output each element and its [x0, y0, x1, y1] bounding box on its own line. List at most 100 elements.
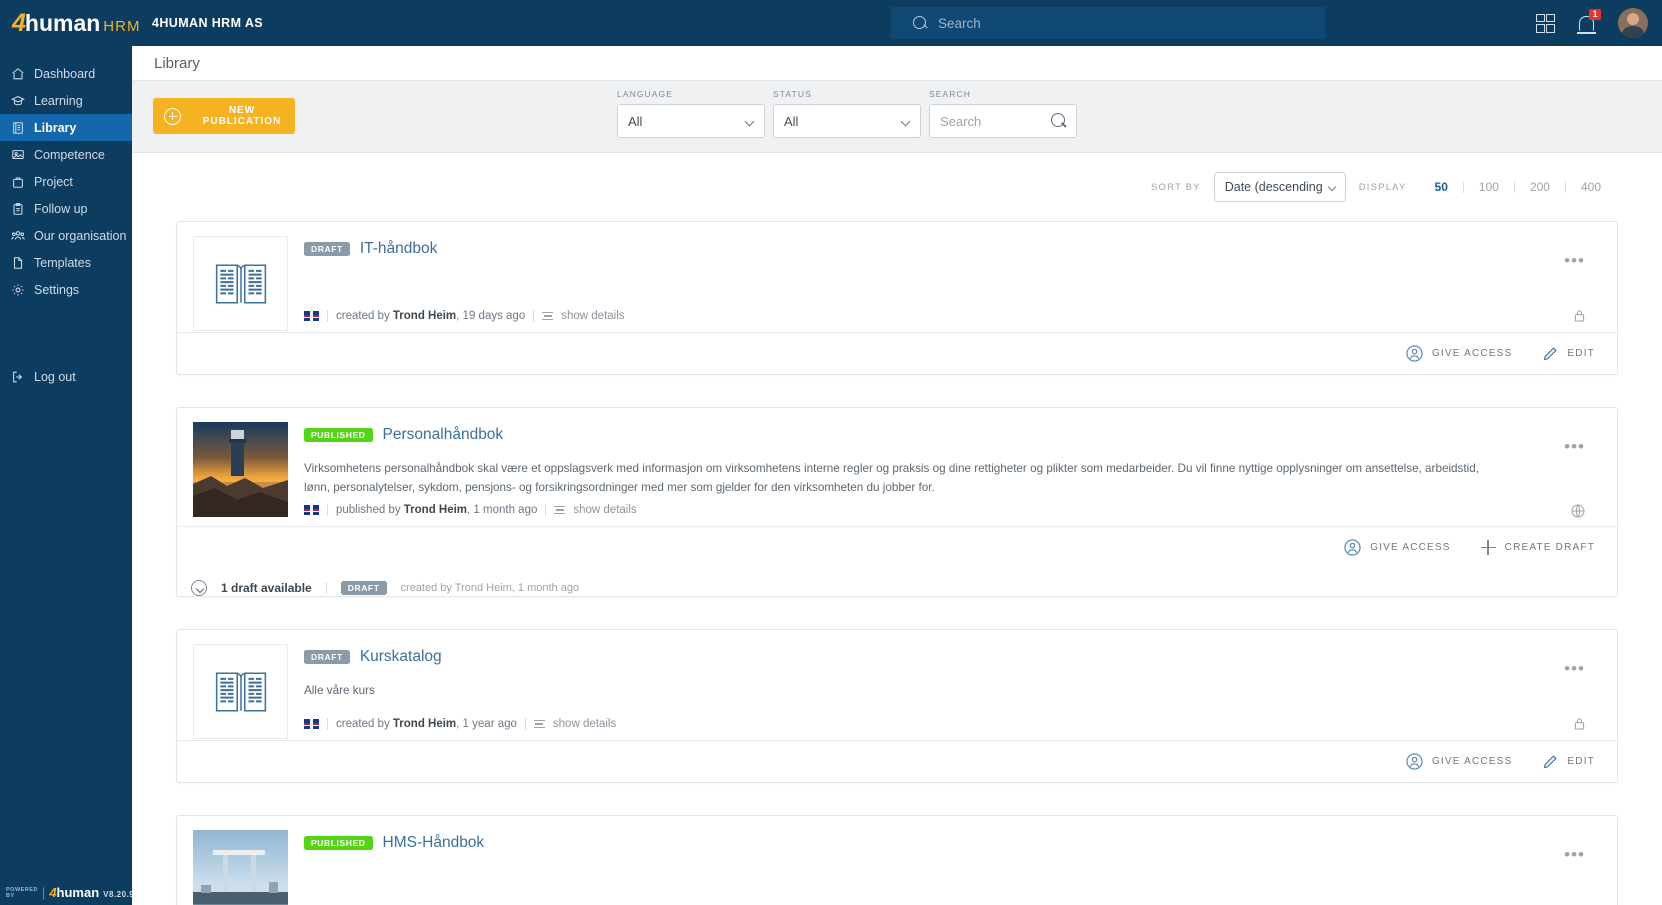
publication-main: DRAFT Kurskatalog Alle våre kurs created… — [288, 644, 1601, 740]
publication-title[interactable]: Kurskatalog — [360, 648, 442, 666]
sidebar-item-dashboard[interactable]: Dashboard — [0, 60, 132, 87]
give-access-button[interactable]: GIVE ACCESS — [1344, 539, 1450, 556]
flag-icon — [304, 311, 319, 321]
lock-icon[interactable] — [1574, 309, 1585, 322]
give-access-button[interactable]: GIVE ACCESS — [1406, 753, 1512, 770]
display-option-400[interactable]: 400 — [1565, 181, 1616, 193]
sidebar-item-follow-up[interactable]: Follow up — [0, 195, 132, 222]
publication-thumbnail — [193, 236, 288, 331]
new-publication-button[interactable]: NEW PUBLICATION — [153, 98, 295, 134]
pencil-icon — [1542, 754, 1558, 770]
publication-title[interactable]: Personalhåndbok — [383, 426, 504, 444]
sidebar-item-label: Learning — [34, 94, 83, 108]
search-filter-label: SEARCH — [929, 89, 1077, 99]
sidebar-item-label: Project — [34, 175, 73, 189]
sidebar-item-label: Log out — [34, 370, 76, 384]
avatar[interactable] — [1618, 8, 1648, 38]
publication-title-row: DRAFT IT-håndbok — [304, 236, 1601, 262]
edit-button[interactable]: EDIT — [1542, 754, 1595, 770]
publication-title[interactable]: HMS-Håndbok — [383, 834, 485, 852]
global-search-input[interactable]: Search — [891, 7, 1325, 39]
sidebar-nav: Dashboard Learning Library Competence — [0, 46, 132, 390]
draft-available-label: 1 draft available — [221, 581, 312, 595]
sidebar-item-our-organisation[interactable]: Our organisation — [0, 222, 132, 249]
language-filter-label: LANGUAGE — [617, 89, 765, 99]
version-label: V8.20.9 — [103, 890, 134, 899]
sidebar: Dashboard Learning Library Competence — [0, 46, 132, 905]
language-select[interactable]: All — [617, 104, 765, 138]
show-details-link[interactable]: show details — [573, 504, 636, 516]
sidebar-item-templates[interactable]: Templates — [0, 249, 132, 276]
display-option-50[interactable]: 50 — [1420, 181, 1463, 193]
publication-thumbnail — [193, 422, 288, 517]
globe-icon[interactable] — [1571, 504, 1585, 518]
create-draft-button[interactable]: CREATE DRAFT — [1481, 540, 1595, 555]
top-bar: 4humanHRM 4HUMAN HRM AS Search 1 — [0, 0, 1662, 46]
sidebar-item-library[interactable]: Library — [0, 114, 132, 141]
edit-label: EDIT — [1567, 756, 1595, 767]
apps-grid-icon[interactable] — [1536, 14, 1555, 33]
give-access-button[interactable]: GIVE ACCESS — [1406, 345, 1512, 362]
search-input[interactable] — [940, 114, 1050, 129]
card-menu-icon[interactable]: ••• — [1564, 438, 1585, 455]
logo-human-text: human — [25, 12, 100, 35]
publication-card-body: PUBLISHED HMS-Håndbok ••• — [177, 816, 1617, 905]
publication-card-footer: GIVE ACCESS CREATE DRAFT — [177, 526, 1617, 568]
card-menu-icon[interactable]: ••• — [1564, 846, 1585, 863]
chevron-down-circle-icon[interactable] — [191, 580, 207, 596]
meta-prefix: created by — [336, 718, 390, 730]
logo-4-glyph: 4 — [12, 11, 25, 36]
top-bar-icons: 1 — [1536, 0, 1648, 46]
show-details-link[interactable]: show details — [561, 310, 624, 322]
person-circle-icon — [1406, 753, 1423, 770]
meta-divider — [545, 504, 546, 516]
details-icon — [554, 506, 565, 515]
filter-bar: NEW PUBLICATION LANGUAGE All STATUS All … — [132, 81, 1662, 153]
publication-meta-text: created by Trond Heim, 19 days ago — [336, 310, 525, 322]
pencil-icon — [1542, 346, 1558, 362]
edit-button[interactable]: EDIT — [1542, 346, 1595, 362]
meta-divider — [327, 504, 328, 516]
publication-title[interactable]: IT-håndbok — [360, 240, 438, 258]
gear-icon — [11, 283, 25, 297]
sidebar-item-settings[interactable]: Settings — [0, 276, 132, 303]
publication-card-body: PUBLISHED Personalhåndbok Virksomhetens … — [177, 408, 1617, 526]
card-menu-icon[interactable]: ••• — [1564, 252, 1585, 269]
footer-brand: 4human — [49, 886, 99, 899]
publication-thumbnail — [193, 830, 288, 905]
sort-by-label: SORT BY — [1151, 182, 1201, 193]
lock-icon[interactable] — [1574, 717, 1585, 730]
sidebar-item-competence[interactable]: Competence — [0, 141, 132, 168]
certificate-icon — [11, 148, 25, 162]
status-badge: PUBLISHED — [304, 836, 373, 851]
status-select[interactable]: All — [773, 104, 921, 138]
footer-brand-name: human — [57, 885, 100, 900]
sidebar-item-project[interactable]: Project — [0, 168, 132, 195]
publication-card[interactable]: DRAFT Kurskatalog Alle våre kurs created… — [176, 629, 1618, 783]
draft-available-row[interactable]: 1 draft available DRAFT created by Trond… — [177, 568, 1617, 596]
app-logo[interactable]: 4humanHRM — [0, 11, 140, 36]
status-select-value: All — [784, 114, 798, 129]
meta-time: , 1 year ago — [456, 718, 517, 730]
status-badge: DRAFT — [304, 242, 350, 257]
show-details-link[interactable]: show details — [553, 718, 616, 730]
status-badge: PUBLISHED — [304, 428, 373, 443]
publication-card[interactable]: DRAFT IT-håndbok created by Trond Heim, … — [176, 221, 1618, 375]
display-option-100[interactable]: 100 — [1463, 181, 1514, 193]
sort-by-select[interactable]: Date (descending — [1214, 172, 1346, 202]
display-options: 50 100 200 400 — [1420, 181, 1616, 193]
search-icon[interactable] — [1051, 113, 1068, 130]
display-option-200[interactable]: 200 — [1514, 181, 1565, 193]
document-icon — [11, 256, 25, 270]
notifications-button[interactable]: 1 — [1579, 16, 1594, 31]
publication-card[interactable]: PUBLISHED Personalhåndbok Virksomhetens … — [176, 407, 1618, 597]
app-root: 4humanHRM 4HUMAN HRM AS Search 1 Dashboa… — [0, 0, 1662, 905]
create-draft-label: CREATE DRAFT — [1505, 542, 1595, 553]
sidebar-item-logout[interactable]: Log out — [0, 363, 132, 390]
sidebar-item-learning[interactable]: Learning — [0, 87, 132, 114]
publication-card[interactable]: PUBLISHED HMS-Håndbok ••• — [176, 815, 1618, 905]
search-icon — [913, 16, 928, 31]
publication-card-footer: GIVE ACCESS EDIT — [177, 740, 1617, 782]
card-menu-icon[interactable]: ••• — [1564, 660, 1585, 677]
status-filter-label: STATUS — [773, 89, 921, 99]
